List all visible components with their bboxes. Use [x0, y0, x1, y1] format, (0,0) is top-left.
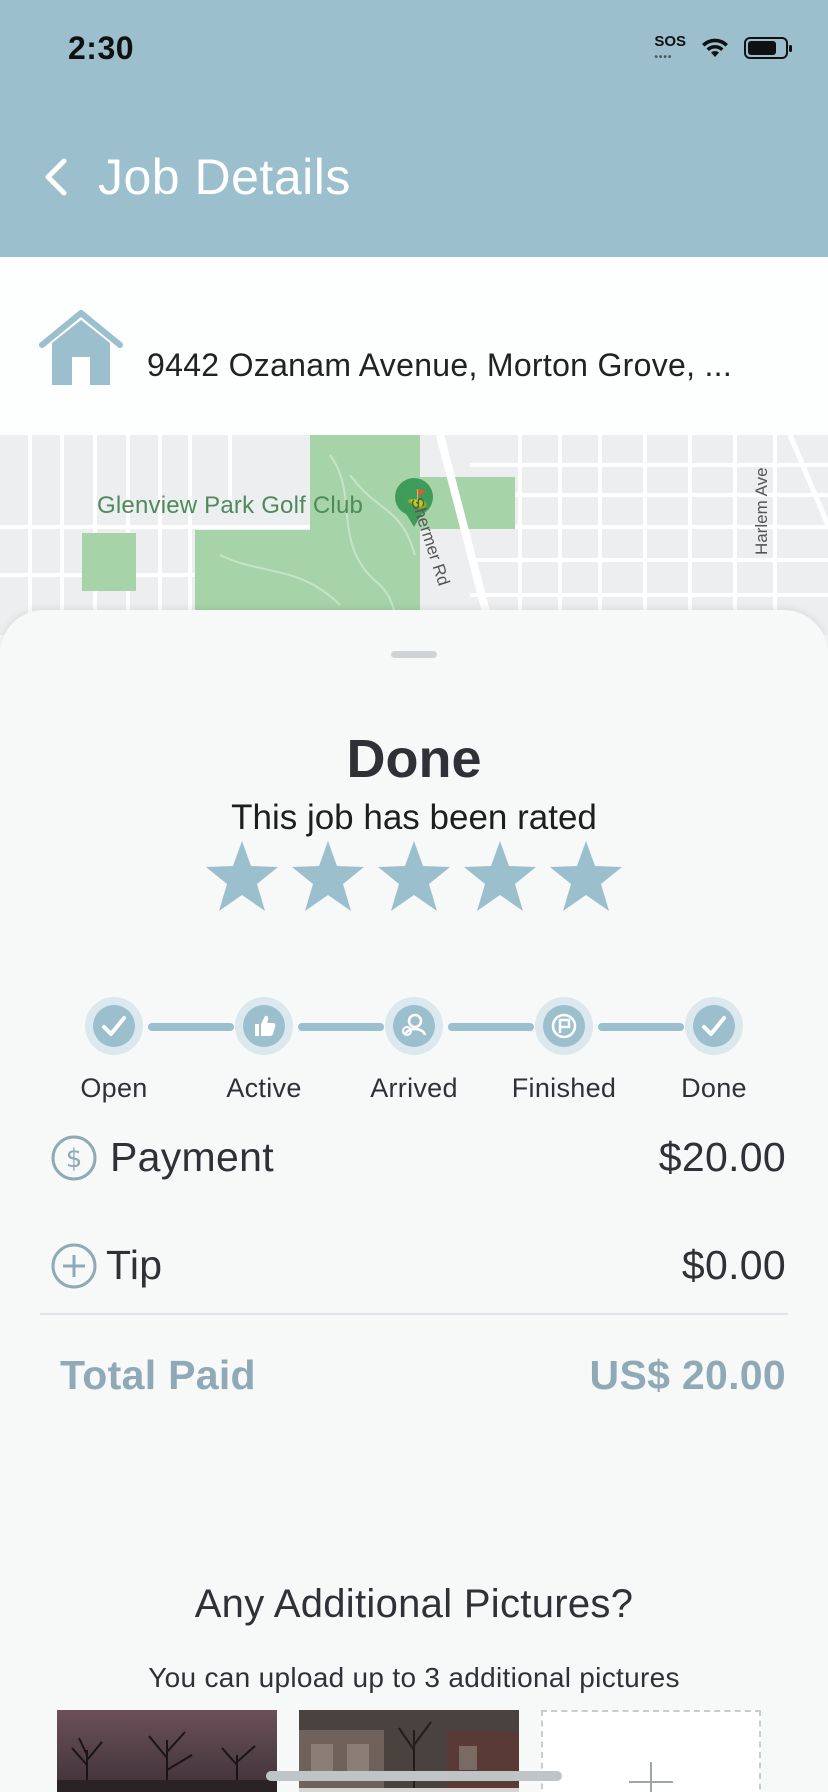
map-view[interactable]: ⛳ Glenview Park Golf Club Shermer Rd Har…	[0, 435, 828, 635]
house-icon	[39, 310, 123, 385]
battery-icon	[744, 37, 792, 59]
payment-divider	[40, 1313, 788, 1315]
step-label-open: Open	[80, 1073, 148, 1103]
tip-label: Tip	[106, 1242, 163, 1288]
back-button[interactable]	[38, 152, 78, 202]
road-label-harlem: Harlem Ave	[752, 467, 771, 555]
step-label-done: Done	[681, 1073, 747, 1103]
step-open	[85, 997, 143, 1055]
flag-icon	[551, 1013, 577, 1039]
address-text: 9442 Ozanam Avenue, Morton Grove, ...	[147, 347, 733, 383]
app-header: 2:30 SOS •••• Job Details	[0, 0, 828, 257]
page-title: Job Details	[98, 149, 351, 205]
sos-indicator: SOS ••••	[654, 33, 686, 63]
svg-text:$: $	[66, 1144, 83, 1174]
star-icon	[378, 841, 450, 911]
payment-label: Payment	[110, 1134, 274, 1180]
total-paid-label: Total Paid	[60, 1352, 256, 1398]
star-icon	[206, 841, 278, 911]
uploaded-picture-1[interactable]	[57, 1710, 277, 1792]
thumbs-up-icon	[255, 1015, 276, 1036]
chevron-left-icon	[45, 158, 67, 196]
plus-icon	[629, 1762, 673, 1792]
payment-value: $20.00	[658, 1134, 786, 1180]
wifi-icon	[702, 38, 728, 57]
add-picture-button[interactable]	[541, 1710, 761, 1792]
step-connector	[148, 1023, 234, 1031]
step-arrived	[385, 997, 443, 1055]
status-icons: SOS ••••	[654, 33, 794, 63]
step-label-arrived: Arrived	[370, 1073, 458, 1103]
home-indicator[interactable]	[266, 1771, 562, 1781]
check-icon	[702, 1016, 726, 1036]
star-icon	[292, 841, 364, 911]
map-place-label: Glenview Park Golf Club	[97, 492, 364, 519]
step-active	[235, 997, 293, 1055]
step-label-active: Active	[226, 1073, 302, 1103]
step-connector	[448, 1023, 534, 1031]
star-icon	[464, 841, 536, 911]
star-icon	[550, 841, 622, 911]
rating-message: This job has been rated	[231, 798, 597, 837]
arrived-icon	[402, 1013, 427, 1036]
sheet-grabber[interactable]	[391, 651, 437, 658]
rating-stars	[204, 838, 624, 914]
status-time: 2:30	[68, 30, 135, 66]
step-label-finished: Finished	[511, 1073, 617, 1103]
photo-thumbnail	[57, 1710, 277, 1792]
step-connector	[298, 1023, 384, 1031]
check-icon	[102, 1016, 126, 1036]
tip-value: $0.00	[681, 1242, 786, 1288]
additional-pictures-heading: Any Additional Pictures?	[194, 1582, 634, 1626]
step-connector	[598, 1023, 684, 1031]
step-done	[685, 997, 743, 1055]
additional-pictures-subheading: You can upload up to 3 additional pictur…	[148, 1662, 680, 1693]
address-row: 9442 Ozanam Avenue, Morton Grove, ...	[0, 257, 828, 435]
add-tip-icon[interactable]	[50, 1242, 98, 1290]
total-paid-value: US$ 20.00	[589, 1352, 786, 1398]
signal-dots-icon: ••••	[654, 52, 673, 63]
dollar-icon: $	[51, 1135, 97, 1181]
job-status-heading: Done	[346, 729, 482, 789]
step-finished	[535, 997, 593, 1055]
job-progress-stepper: Open Active Arrived Finished Done	[70, 985, 760, 1103]
sos-label: SOS	[654, 33, 686, 50]
job-detail-sheet: Done This job has been rated Open Active…	[0, 610, 828, 1792]
map-streets: ⛳	[0, 435, 828, 635]
